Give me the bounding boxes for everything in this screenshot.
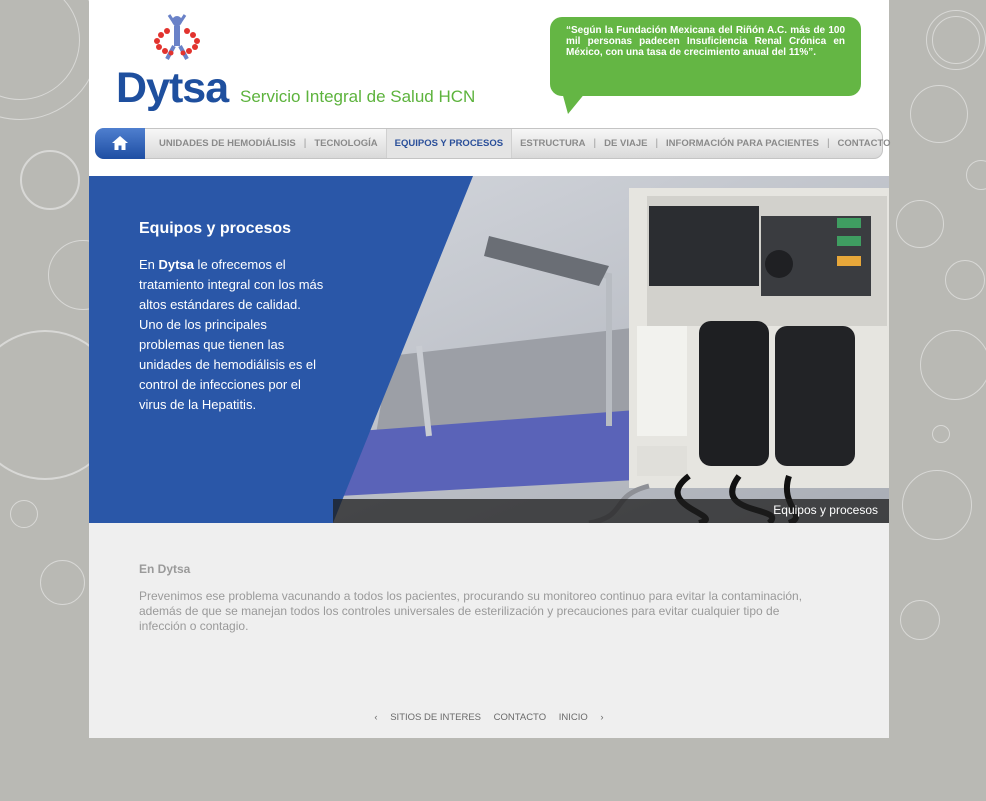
hero-caption: Equipos y procesos: [773, 503, 878, 517]
footer-prev-arrow[interactable]: ‹: [374, 712, 377, 723]
home-icon: [112, 136, 128, 150]
nav-item-equipos[interactable]: EQUIPOS Y PROCESOS: [385, 129, 513, 158]
hero-caption-bar: Equipos y procesos: [333, 499, 889, 523]
brand-logo-text[interactable]: Dytsa: [116, 64, 229, 113]
nav-item-estructura[interactable]: ESTRUCTURA: [512, 129, 593, 158]
footer-link-contacto[interactable]: CONTACTO: [494, 712, 546, 723]
nav-items: UNIDADES DE HEMODIÁLISIS | TECNOLOGÍA EQ…: [151, 129, 899, 158]
nav-item-contacto[interactable]: CONTACTO: [830, 129, 899, 158]
nav-item-informacion[interactable]: INFORMACIÓN PARA PACIENTES: [658, 129, 827, 158]
nav-item-unidades[interactable]: UNIDADES DE HEMODIÁLISIS: [151, 129, 304, 158]
nav-item-de-viaje[interactable]: DE VIAJE: [596, 129, 655, 158]
footer-links: ‹ SITIOS DE INTERES CONTACTO INICIO ›: [89, 712, 889, 723]
brand-tagline: Servicio Integral de Salud HCN: [240, 87, 476, 106]
hero-title: Equipos y procesos: [139, 220, 292, 237]
hero-banner: Equipos y procesos En Dytsa le ofrecemos…: [89, 176, 889, 523]
content-area: En Dytsa Prevenimos ese problema vacunan…: [89, 523, 889, 738]
nav-home-button[interactable]: [95, 128, 145, 159]
nav-item-tecnologia[interactable]: TECNOLOGÍA: [306, 129, 385, 158]
section-body: Prevenimos ese problema vacunando a todo…: [139, 589, 803, 633]
section-title: En Dytsa: [139, 562, 191, 576]
footer-next-arrow[interactable]: ›: [600, 712, 603, 723]
main-nav: UNIDADES DE HEMODIÁLISIS | TECNOLOGÍA EQ…: [95, 128, 891, 159]
page-container: Dytsa Servicio Integral de Salud HCN “Se…: [89, 0, 891, 738]
footer-link-sitios[interactable]: SITIOS DE INTERES: [390, 712, 481, 723]
hero-description: En Dytsa le ofrecemos el tratamiento int…: [139, 257, 324, 412]
quote-bubble: “Según la Fundación Mexicana del Riñón A…: [550, 17, 861, 96]
hero-brand-name: Dytsa: [158, 257, 194, 272]
footer-link-inicio[interactable]: INICIO: [559, 712, 588, 723]
